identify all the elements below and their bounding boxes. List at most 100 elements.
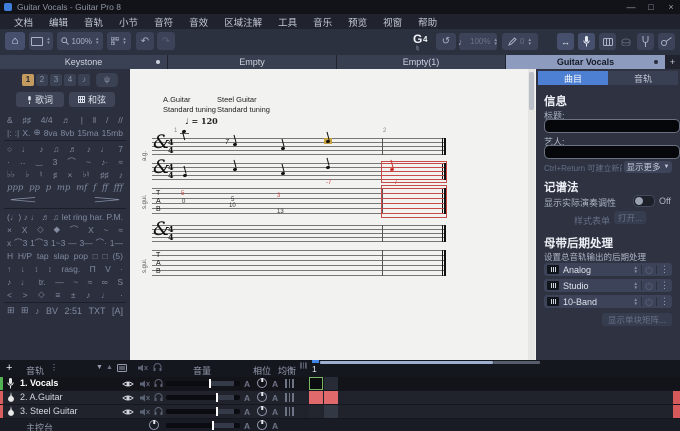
symbol-button[interactable]: ♯♯ <box>100 170 109 180</box>
symbol-button[interactable]: ↕ <box>34 264 38 274</box>
symbol-button[interactable]: & <box>7 115 13 125</box>
menu-item[interactable]: 小节 <box>111 15 146 29</box>
symbol-button[interactable]: ♬ <box>69 144 78 154</box>
track-row-steel-guitar[interactable]: 3. Steel Guitar A A <box>0 405 680 418</box>
display-mode-button[interactable]: ▲▼ <box>29 32 53 50</box>
menu-item[interactable]: 音轨 <box>76 15 111 29</box>
pan-automation[interactable]: A <box>272 379 278 389</box>
bar-cell[interactable] <box>324 405 338 418</box>
symbol-button[interactable]: × <box>7 225 12 235</box>
slot-menu-icon[interactable]: ⋮ <box>660 264 672 275</box>
pan-knob[interactable] <box>257 392 267 402</box>
solo-all-icon[interactable] <box>153 363 162 372</box>
volume-automation[interactable]: A <box>244 407 250 417</box>
score-view[interactable]: A.Guitar Standard tuning Steel Guitar St… <box>130 69 536 360</box>
symbol-button[interactable]: [A] <box>112 306 123 316</box>
symbol-button[interactable]: ⌒ <box>70 224 79 236</box>
doc-tab-keystone[interactable]: Keystone <box>0 55 168 69</box>
symbol-button[interactable]: | <box>81 115 83 125</box>
doc-tab-guitar-vocals[interactable]: Guitar Vocals <box>506 55 666 69</box>
symbol-button[interactable]: ~ <box>73 277 78 287</box>
dynamic-button[interactable]: ppp <box>7 183 23 193</box>
tracks-menu-icon[interactable]: ⋮ <box>50 363 58 372</box>
slot-menu-icon[interactable]: ⋮ <box>660 280 672 291</box>
multivoice-button[interactable]: ♪ <box>78 74 90 86</box>
symbol-button[interactable]: |: <box>7 128 12 138</box>
vertical-scrollbar[interactable] <box>528 69 535 360</box>
symbol-button[interactable]: 4/4 <box>41 115 53 125</box>
slot-stepper[interactable]: ▲▼ <box>634 298 638 306</box>
track-row-aguitar[interactable]: 2. A.Guitar A A <box>0 391 680 404</box>
volume-slider[interactable] <box>166 395 240 400</box>
volume-slider[interactable] <box>166 381 240 386</box>
symbol-button[interactable]: Π <box>90 264 96 274</box>
symbol-button[interactable]: 15mb <box>102 128 123 138</box>
symbol-button[interactable]: ⌒3 <box>14 237 27 249</box>
collapse-icon[interactable]: ▼ <box>96 364 103 371</box>
symbol-button[interactable]: ♪ <box>39 144 43 154</box>
lyrics-button[interactable]: 歌词 <box>16 92 64 107</box>
symbol-button[interactable]: ♪ <box>7 277 11 287</box>
bar-cell[interactable] <box>309 405 323 418</box>
symbol-button[interactable]: · <box>120 264 123 274</box>
solo-headphones-icon[interactable] <box>154 407 163 416</box>
symbol-button[interactable]: pop <box>74 251 88 261</box>
symbol-button[interactable]: ≈ <box>118 157 123 167</box>
chords-button[interactable]: 和弦 <box>69 92 115 107</box>
power-icon[interactable] <box>645 298 653 306</box>
symbol-button[interactable]: ♭♭ <box>7 169 15 180</box>
bar-cell[interactable] <box>309 377 323 390</box>
symbol-button[interactable]: 7 <box>118 144 123 154</box>
dynamic-button[interactable]: f <box>93 183 96 193</box>
dynamic-button[interactable]: mp <box>57 183 71 193</box>
symbol-button[interactable]: (5) <box>113 251 123 261</box>
power-icon[interactable] <box>645 266 653 274</box>
close-button[interactable]: × <box>662 0 680 14</box>
slot-stepper[interactable]: ▲▼ <box>634 282 638 290</box>
symbol-button[interactable]: V <box>105 264 111 274</box>
visibility-eye-icon[interactable] <box>122 408 134 416</box>
symbol-button[interactable]: ♪ <box>35 306 40 316</box>
symbol-button[interactable]: tr. <box>39 277 46 287</box>
symbol-button[interactable]: ∞ <box>102 277 108 287</box>
dynamic-button[interactable]: ff <box>102 183 108 193</box>
undo-button[interactable]: ↶ <box>136 32 154 50</box>
symbol-button[interactable]: < <box>7 290 12 300</box>
symbol-button[interactable]: 1~3 <box>51 238 65 248</box>
doc-tab-empty1[interactable]: Empty(1) <box>337 55 506 69</box>
doc-tab-empty[interactable]: Empty <box>168 55 337 69</box>
mute-icon[interactable] <box>140 408 150 416</box>
symbol-button[interactable]: tap <box>37 251 49 261</box>
minimize-button[interactable]: — <box>622 0 640 14</box>
symbol-button[interactable]: H/P <box>18 251 32 261</box>
symbol-button[interactable]: ♯ <box>53 170 57 180</box>
pan-knob[interactable] <box>257 378 267 388</box>
zoom-control[interactable]: 100% ▲▼ <box>57 32 103 50</box>
voice-2-button[interactable]: 2 <box>36 74 48 86</box>
menu-item[interactable]: 预览 <box>340 15 375 29</box>
master-fx-slot-10band[interactable]: 10-Band ▲▼ ⋮ <box>544 295 672 308</box>
symbol-button[interactable]: ♪ <box>119 170 123 180</box>
master-volume-automation[interactable]: A <box>244 421 250 431</box>
dynamic-button[interactable]: fff <box>114 183 123 193</box>
tuning-fork-button[interactable]: ψ <box>96 73 118 87</box>
relative-speed-control[interactable]: ♩ 100% ▲▼ <box>459 33 497 50</box>
symbol-button[interactable]: ⌒· <box>96 237 107 249</box>
expand-icon[interactable]: ▲ <box>106 364 113 371</box>
menu-item[interactable]: 视窗 <box>375 15 410 29</box>
pan-automation[interactable]: A <box>272 393 278 403</box>
symbol-button[interactable]: S <box>117 277 123 287</box>
symbol-button[interactable]: ♪ <box>86 290 90 300</box>
symbol-button[interactable]: ♩ <box>21 277 30 287</box>
mute-icon[interactable] <box>140 380 150 388</box>
symbol-button[interactable]: 3 <box>53 157 58 167</box>
symbol-button[interactable]: (♩) <box>7 212 21 222</box>
open-stylesheet-button[interactable]: 打开... <box>614 211 646 224</box>
master-fx-slot-analog[interactable]: Analog ▲▼ ⋮ <box>544 263 672 276</box>
scrollbar-thumb[interactable] <box>529 72 534 110</box>
hairpin-button[interactable]: > <box>92 195 121 206</box>
playhead-marker[interactable] <box>312 360 319 363</box>
symbol-button[interactable]: ♯♯ <box>22 115 31 125</box>
symbol-button[interactable]: 15ma <box>77 128 98 138</box>
symbol-button[interactable]: ♫ <box>53 144 59 154</box>
